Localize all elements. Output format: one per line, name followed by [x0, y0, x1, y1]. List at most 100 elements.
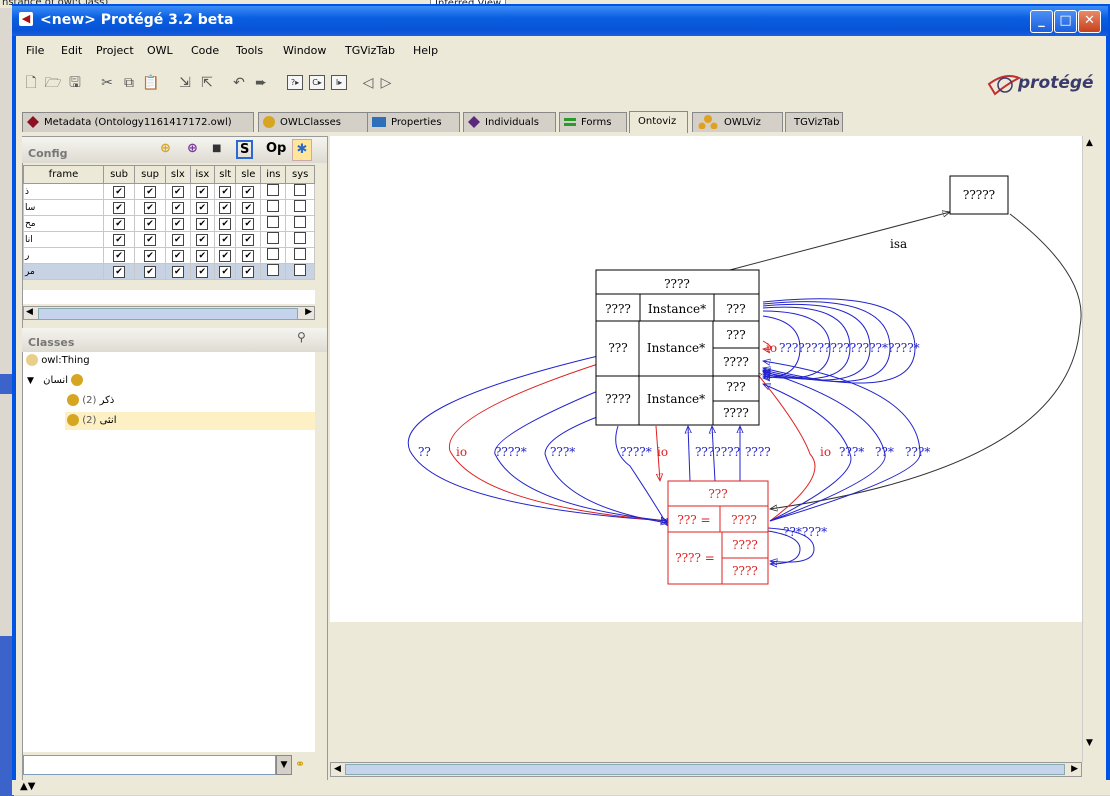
checkbox[interactable] [267, 248, 280, 260]
checkbox[interactable]: ✔ [113, 185, 126, 198]
checkbox[interactable]: ✔ [196, 217, 209, 230]
maximize-button[interactable]: □ [1054, 10, 1077, 33]
scroll-right-icon[interactable]: ▶ [305, 307, 312, 317]
config-row[interactable]: ذ ✔ ✔ ✔ ✔ ✔ ✔ [23, 183, 315, 200]
class-tree-scrollbar[interactable] [315, 352, 327, 752]
col-slt[interactable]: slt [214, 165, 237, 184]
col-sys[interactable]: sys [285, 165, 315, 184]
binoculars-icon[interactable]: ⚭ [295, 757, 305, 771]
checkbox[interactable] [294, 264, 307, 276]
menu-file[interactable]: File [26, 44, 44, 57]
checkbox[interactable] [267, 232, 280, 244]
checkbox[interactable]: ✔ [196, 201, 209, 214]
checkbox[interactable] [267, 264, 280, 276]
search-dropdown-button[interactable]: ▼ [276, 755, 292, 775]
config-row[interactable]: مر ✔ ✔ ✔ ✔ ✔ ✔ [23, 263, 315, 280]
checkbox[interactable] [294, 184, 307, 196]
checkbox[interactable]: ✔ [113, 249, 126, 262]
checkbox[interactable]: ✔ [196, 249, 209, 262]
import-icon[interactable]: ⇲ [176, 74, 194, 92]
query-icon[interactable]: ?▸ [287, 75, 303, 90]
col-slx[interactable]: slx [165, 165, 191, 184]
class-step-icon[interactable]: C▸ [309, 75, 325, 90]
new-file-icon[interactable]: 🗋 [22, 74, 40, 92]
tree-node-ensan[interactable]: ▼ انسان [27, 372, 84, 390]
checkbox[interactable]: ✔ [219, 265, 232, 278]
checkbox[interactable]: ✔ [219, 185, 232, 198]
checkbox[interactable] [267, 184, 280, 196]
copy-icon[interactable]: ⧉ [120, 74, 138, 92]
canvas-horizontal-scrollbar[interactable]: ◀ ▶ [330, 762, 1082, 777]
col-ins[interactable]: ins [260, 165, 287, 184]
checkbox[interactable] [294, 248, 307, 260]
menu-project[interactable]: Project [96, 44, 134, 57]
paste-icon[interactable]: 📋 [142, 74, 160, 92]
class-search-input[interactable] [23, 755, 276, 775]
col-sup[interactable]: sup [134, 165, 167, 184]
scroll-left-icon[interactable]: ◀ [334, 764, 341, 774]
checkbox[interactable]: ✔ [113, 233, 126, 246]
cut-icon[interactable]: ✂ [98, 74, 116, 92]
checkbox[interactable]: ✔ [171, 185, 184, 198]
checkbox[interactable] [267, 216, 280, 228]
checkbox[interactable]: ✔ [242, 265, 255, 278]
checkbox[interactable] [294, 216, 307, 228]
close-button[interactable]: ✕ [1078, 10, 1101, 33]
config-row[interactable]: مح ✔ ✔ ✔ ✔ ✔ ✔ [23, 215, 315, 232]
checkbox[interactable]: ✔ [113, 217, 126, 230]
find-class-icon[interactable]: ⚲ [297, 330, 306, 344]
checkbox[interactable]: ✔ [242, 233, 255, 246]
config-row[interactable]: ر ✔ ✔ ✔ ✔ ✔ ✔ [23, 247, 315, 264]
checkbox[interactable]: ✔ [219, 233, 232, 246]
options-icon[interactable]: Op [266, 139, 286, 159]
checkbox[interactable]: ✔ [113, 265, 126, 278]
checkbox[interactable]: ✔ [171, 233, 184, 246]
checkbox[interactable]: ✔ [171, 217, 184, 230]
minimize-button[interactable]: _ [1030, 10, 1053, 33]
checkbox[interactable]: ✔ [242, 249, 255, 262]
checkbox[interactable]: ✔ [113, 201, 126, 214]
checkbox[interactable]: ✔ [219, 201, 232, 214]
checkbox[interactable]: ✔ [144, 233, 157, 246]
menu-code[interactable]: Code [191, 44, 219, 57]
undo-icon[interactable]: ↶ [230, 74, 248, 92]
checkbox[interactable]: ✔ [219, 249, 232, 262]
checkbox[interactable]: ✔ [144, 249, 157, 262]
checkbox[interactable]: ✔ [242, 217, 255, 230]
checkbox[interactable]: ✔ [242, 201, 255, 214]
scroll-down-icon[interactable]: ▼ [1086, 738, 1093, 748]
menu-owl[interactable]: OWL [147, 44, 173, 57]
protege-app-icon[interactable]: ◀ [19, 12, 33, 26]
tab-individuals[interactable]: Individuals [463, 112, 556, 132]
checkbox[interactable]: ✔ [171, 201, 184, 214]
slot-icon[interactable]: ■ [212, 139, 221, 159]
menu-tgviztab[interactable]: TGVizTab [345, 44, 395, 57]
checkbox[interactable] [267, 200, 280, 212]
tree-node-untha[interactable]: انثی (2) [65, 412, 317, 430]
checkbox[interactable]: ✔ [196, 233, 209, 246]
menu-window[interactable]: Window [283, 44, 326, 57]
checkbox[interactable]: ✔ [242, 185, 255, 198]
col-sle[interactable]: sle [235, 165, 262, 184]
export-icon[interactable]: ⇱ [198, 74, 216, 92]
collapse-arrow-icon[interactable]: ▼ [27, 376, 34, 386]
checkbox[interactable]: ✔ [196, 185, 209, 198]
add-instance-icon[interactable]: ⊕ [187, 139, 198, 159]
col-frame[interactable]: frame [23, 165, 104, 184]
config-horizontal-scrollbar[interactable]: ◀ ▶ [23, 306, 315, 320]
checkbox[interactable]: ✔ [171, 249, 184, 262]
menu-help[interactable]: Help [413, 44, 438, 57]
tree-node-zakar[interactable]: ذکر (2) [67, 392, 114, 410]
tab-metadata[interactable]: Metadata (Ontology1161417172.owl) [22, 112, 254, 132]
scroll-left-icon[interactable]: ◀ [26, 307, 33, 317]
forward-arrow-icon[interactable]: ▷ [377, 74, 395, 92]
back-arrow-icon[interactable]: ◁ [359, 74, 377, 92]
checkbox[interactable]: ✔ [144, 201, 157, 214]
checkbox[interactable]: ✔ [196, 265, 209, 278]
scroll-up-icon[interactable]: ▲ [1086, 138, 1093, 148]
show-slots-icon[interactable]: S [236, 140, 254, 159]
redo-icon[interactable]: ➨ [252, 74, 270, 92]
config-scroll-thumb[interactable] [38, 308, 298, 320]
tab-ontoviz[interactable]: Ontoviz [629, 111, 688, 133]
scroll-right-icon[interactable]: ▶ [1071, 764, 1078, 774]
